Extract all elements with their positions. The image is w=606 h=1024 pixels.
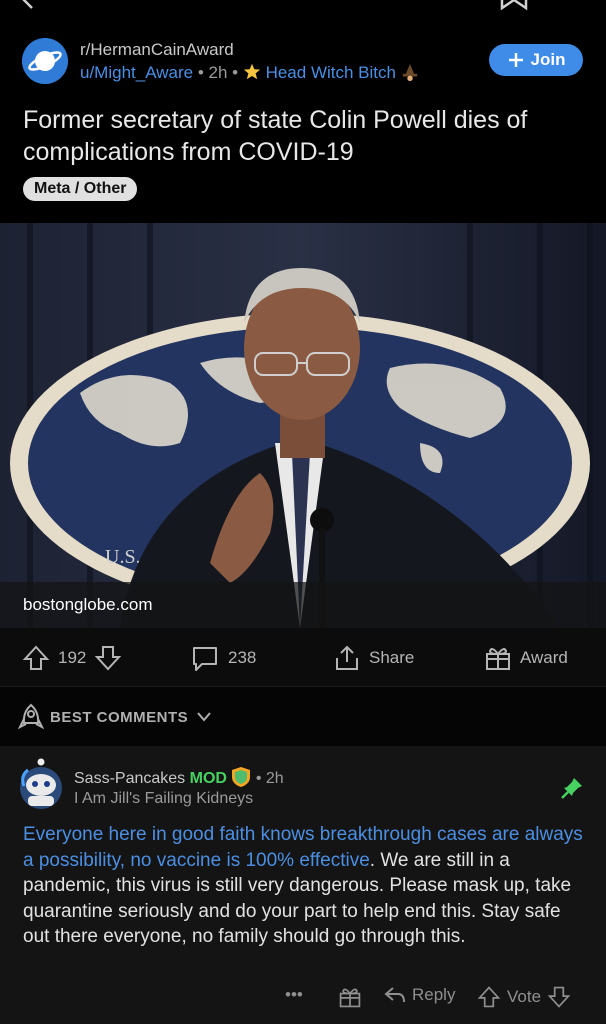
comment-vote-group: Vote: [477, 985, 571, 1009]
comment-award-button[interactable]: [338, 985, 362, 1009]
comment-action-bar: ••• Reply Vote: [0, 980, 606, 1012]
post-title[interactable]: Former secretary of state Colin Powell d…: [23, 104, 583, 168]
post-meta: u/Might_Aware • 2h • Head Witch Bitch: [80, 63, 419, 83]
share-icon: [336, 645, 358, 670]
seal-text: U.S.: [105, 546, 141, 568]
upvote-icon[interactable]: [477, 985, 501, 1009]
award-label: Award: [520, 648, 568, 667]
comment-author[interactable]: Sass-Pancakes: [74, 770, 185, 787]
post-flair-tag[interactable]: Meta / Other: [23, 177, 138, 201]
comment-body: Everyone here in good faith knows breakt…: [23, 822, 588, 950]
upvote-count: 192: [58, 648, 87, 667]
press-conference-photo: U.S.: [0, 223, 606, 628]
subreddit-avatar[interactable]: [22, 38, 68, 84]
bookmark-icon[interactable]: [500, 0, 528, 12]
join-button[interactable]: Join: [489, 44, 583, 76]
mod-shield-icon: [232, 767, 251, 787]
comments-button[interactable]: 238: [190, 644, 256, 672]
share-button[interactable]: Share: [333, 644, 414, 672]
downvote-icon[interactable]: [94, 644, 122, 672]
top-bar: [0, 0, 606, 16]
star-flair-icon: [243, 63, 260, 80]
rocket-icon: [18, 703, 44, 730]
vote-group: 192: [22, 644, 122, 672]
witch-flair-icon: [402, 63, 417, 81]
reply-label: Reply: [412, 985, 456, 1004]
comment: Sass-Pancakes MOD • 2h I Am Jill's Faili…: [0, 746, 606, 1024]
reply-arrow-icon: [384, 987, 405, 1003]
link-domain-bar[interactable]: bostonglobe.com: [0, 582, 606, 628]
award-button[interactable]: Award: [484, 644, 568, 672]
post-header: r/HermanCainAward u/Might_Aware • 2h • H…: [0, 30, 606, 225]
link-domain[interactable]: bostonglobe.com: [23, 595, 152, 615]
comment-author-flair: I Am Jill's Failing Kidneys: [74, 790, 254, 807]
reply-button[interactable]: Reply: [384, 985, 455, 1005]
downvote-icon[interactable]: [547, 985, 571, 1009]
vote-label: Vote: [507, 987, 542, 1006]
back-arrow-icon[interactable]: [18, 0, 38, 10]
comment-age: 2h: [265, 770, 284, 787]
snoo-avatar-icon: [20, 758, 62, 809]
comment-sort-bar[interactable]: BEST COMMENTS: [0, 686, 606, 747]
author-flair: Head Witch Bitch: [265, 63, 396, 82]
sort-label[interactable]: BEST COMMENTS: [50, 709, 188, 726]
chevron-down-icon: [197, 712, 211, 722]
post-action-bar: 192 238 Share Award: [0, 628, 606, 686]
post-author[interactable]: u/Might_Aware: [80, 63, 193, 82]
share-label: Share: [369, 648, 415, 667]
plus-icon: [508, 53, 523, 67]
post-age: 2h: [208, 63, 228, 82]
mod-badge: MOD: [189, 770, 227, 787]
subreddit-name[interactable]: r/HermanCainAward: [80, 40, 234, 60]
gift-icon: [339, 988, 361, 1008]
commenter-avatar[interactable]: [18, 758, 64, 810]
comment-icon: [193, 647, 217, 671]
upvote-icon[interactable]: [22, 644, 50, 672]
comment-author-line: Sass-Pancakes MOD • 2h: [74, 766, 284, 788]
post-image[interactable]: U.S. bostonglobe.com: [0, 223, 606, 628]
pin-icon: [561, 778, 582, 799]
gift-icon: [486, 648, 510, 670]
planet-icon: [22, 38, 68, 84]
more-options-button[interactable]: •••: [285, 985, 303, 1005]
comment-count: 238: [228, 648, 257, 667]
join-label: Join: [530, 50, 566, 69]
